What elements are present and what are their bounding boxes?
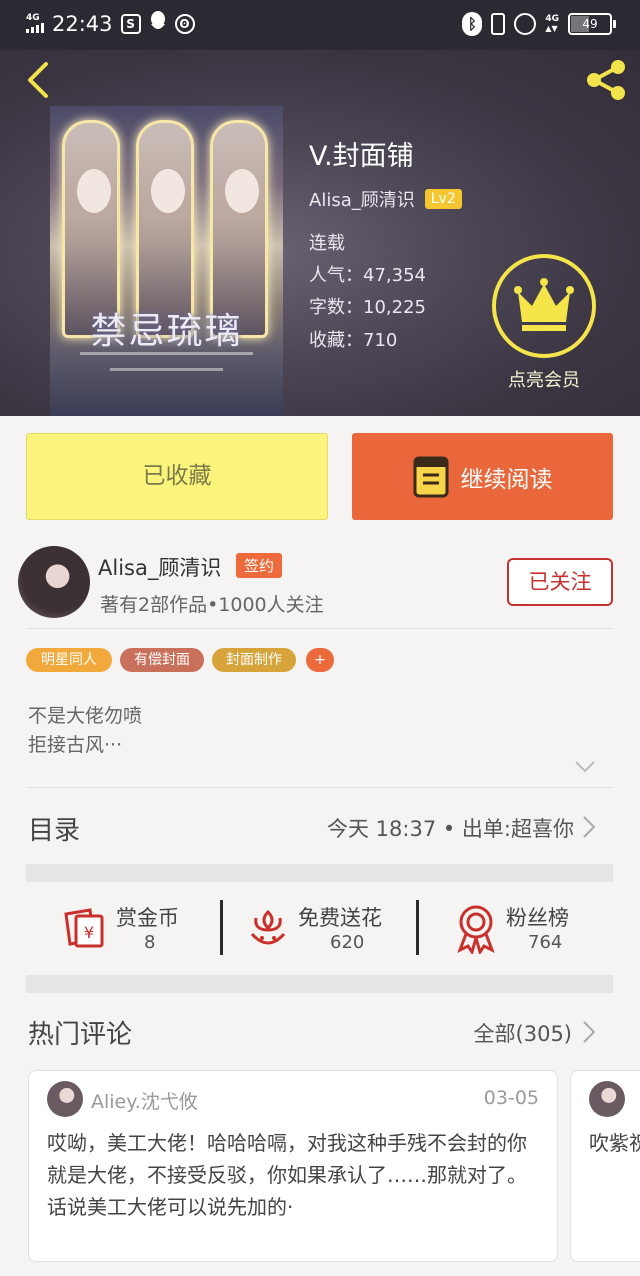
catalog-update[interactable]: 今天 18:37 • 出单:超喜你: [327, 813, 574, 843]
word-count-label: 字数：: [309, 297, 363, 318]
tag-item[interactable]: 明星同人: [26, 648, 112, 672]
qq-penguin-icon: [149, 10, 167, 37]
level-badge: Lv2: [424, 189, 462, 209]
comment-text: 吹紫祝: [589, 1131, 640, 1155]
word-count-value: 10,225: [363, 297, 426, 318]
header-author-name: Alisa_顾清识: [309, 190, 415, 211]
alarm-icon: [514, 13, 537, 35]
network-type: 4G: [26, 13, 40, 23]
catalog-title[interactable]: 目录: [28, 810, 80, 847]
hot-comments-title: 热门评论: [28, 1020, 133, 1050]
share-icon: [587, 60, 625, 100]
reward-coins-stat[interactable]: ¥ 赏金币 8: [60, 898, 210, 958]
header-author-row[interactable]: Alisa_顾清识 Lv2: [309, 186, 462, 212]
commenter-avatar[interactable]: [47, 1081, 83, 1117]
commenter-avatar[interactable]: [589, 1081, 625, 1117]
award-ribbon-icon: [457, 905, 495, 954]
divider: [26, 628, 614, 629]
popularity-value: 47,354: [363, 265, 426, 286]
favorites-value: 710: [363, 330, 398, 351]
battery-level: 49: [582, 17, 598, 31]
author-meta: 著有2部作品•1000人关注: [100, 594, 324, 616]
continue-reading-label: 继续阅读: [460, 466, 553, 493]
free-flower-label: 免费送花: [298, 906, 382, 930]
battery-icon: 49: [568, 13, 616, 35]
cover-art-title: 禁忌琉璃: [90, 311, 243, 352]
mobile-data-indicator: 4G ▲▼: [545, 14, 559, 34]
weibo-icon: ʘ: [174, 13, 195, 34]
bluetooth-icon: ᛒ: [462, 12, 483, 36]
vip-crown-button[interactable]: [492, 254, 596, 358]
commenter-name[interactable]: Aliey.沈弋攸: [91, 1087, 198, 1114]
favorites-label: 收藏：: [309, 330, 363, 351]
flower-icon: [250, 909, 286, 945]
fan-ranking-value: 764: [528, 932, 563, 953]
section-band: [26, 864, 613, 882]
book-icon: [413, 456, 448, 497]
crown-icon: [514, 278, 574, 331]
network-type-right: 4G: [545, 14, 559, 24]
word-count-stat: 字数：10,225: [309, 293, 426, 319]
vip-label[interactable]: 点亮会员: [484, 366, 604, 392]
author-name[interactable]: Alisa_顾清识: [98, 552, 221, 582]
share-button[interactable]: [582, 56, 630, 104]
fan-ranking-label: 粉丝榜: [506, 906, 569, 930]
comment-card[interactable]: Aliey.沈弋攸 03-05 哎呦，美工大佬！哈哈哈嗝，对我这种手残不会封的你…: [28, 1070, 558, 1262]
fan-ranking-stat[interactable]: 粉丝榜 764: [454, 898, 614, 958]
serial-status: 连载: [309, 233, 345, 254]
add-tag-button[interactable]: +: [306, 648, 334, 672]
comment-text: 哎呦，美工大佬！哈哈哈嗝，对我这种手残不会封的你就是大佬，不接受反驳，你如果承认…: [47, 1131, 527, 1219]
favorited-button[interactable]: 已收藏: [26, 433, 328, 520]
tag-item[interactable]: 封面制作: [212, 648, 296, 672]
red-envelope-yen-icon: ¥: [64, 908, 104, 948]
author-avatar[interactable]: [18, 546, 90, 618]
status-bar: 4G 22:43 S ʘ ᛒ 4G ▲▼ 49: [0, 0, 640, 50]
section-band: [26, 975, 613, 993]
free-flower-value: 620: [330, 932, 365, 953]
stat-separator: [220, 900, 223, 955]
clock: 22:43: [52, 11, 113, 36]
intro-line: 不是大佬勿喷: [28, 705, 143, 727]
popularity-label: 人气：: [309, 265, 363, 286]
tag-item[interactable]: 有偿封面: [120, 648, 204, 672]
reward-coins-value: 8: [144, 932, 156, 953]
chevron-right-icon[interactable]: [582, 815, 596, 839]
divider: [26, 787, 614, 788]
comment-date: 03-05: [483, 1087, 539, 1109]
intro-line: 拒接古风···: [28, 734, 123, 756]
book-cover[interactable]: 禁忌琉璃: [50, 106, 283, 416]
svg-text:¥: ¥: [84, 923, 94, 942]
back-arrow-icon: [28, 62, 48, 98]
continue-reading-button[interactable]: 继续阅读: [352, 433, 613, 520]
signed-badge: 签约: [236, 553, 283, 578]
book-header: 禁忌琉璃 V.封面铺 Alisa_顾清识 Lv2 连载 人气：47,354 字数…: [0, 50, 640, 416]
expand-chevron-icon[interactable]: [574, 760, 596, 774]
s-box-icon: S: [120, 13, 141, 34]
follow-button[interactable]: 已关注: [507, 558, 613, 606]
favorites-stat: 收藏：710: [309, 326, 397, 352]
all-comments-link[interactable]: 全部(305): [474, 1018, 572, 1048]
free-flower-stat[interactable]: 免费送花 620: [246, 898, 406, 958]
back-button[interactable]: [16, 56, 64, 104]
comment-card[interactable]: 吹紫祝: [570, 1070, 640, 1262]
popularity-stat: 人气：47,354: [309, 261, 426, 287]
vibrate-icon: [491, 13, 506, 35]
signal-indicator: 4G: [26, 14, 44, 33]
reward-coins-label: 赏金币: [116, 906, 179, 930]
chevron-right-icon[interactable]: [582, 1020, 596, 1044]
stat-separator: [416, 900, 419, 955]
book-title: V.封面铺: [309, 141, 414, 172]
